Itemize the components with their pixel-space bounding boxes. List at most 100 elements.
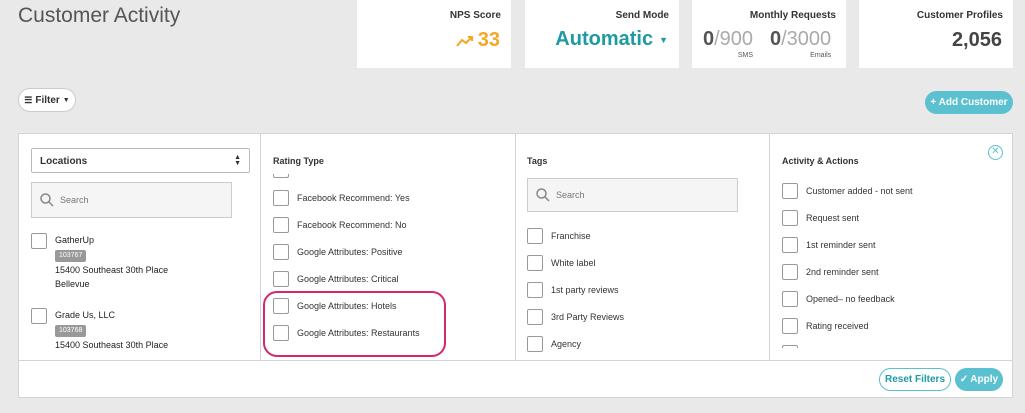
tag-option[interactable]: White label	[527, 255, 596, 271]
search-icon	[536, 188, 550, 202]
tags-column: Tags Franchise White label 1st party rev…	[516, 134, 770, 360]
send-mode-label: Send Mode	[615, 10, 669, 21]
locations-search-input[interactable]	[60, 195, 200, 205]
sliders-icon: ☰	[24, 94, 33, 105]
rating-checkbox[interactable]	[273, 217, 289, 233]
tag-option-label: 1st party reviews	[551, 285, 619, 295]
activity-checkbox[interactable]	[782, 183, 798, 199]
activity-checkbox[interactable]	[782, 210, 798, 226]
rating-option[interactable]: Google Attributes: Hotels	[273, 298, 397, 314]
sms-limit: /900	[714, 28, 754, 50]
tags-search-input[interactable]	[556, 190, 696, 200]
rating-checkbox[interactable]	[273, 298, 289, 314]
send-mode-dropdown[interactable]: Automatic ▼	[555, 28, 668, 51]
tag-option[interactable]: 1st party reviews	[527, 282, 619, 298]
rating-option[interactable]: Google Attributes: Critical	[273, 271, 399, 287]
tag-option[interactable]: Agency	[527, 336, 581, 352]
tag-checkbox[interactable]	[527, 309, 543, 325]
rating-checkbox[interactable]	[273, 244, 289, 260]
activity-option-label: Customer added - not sent	[806, 186, 913, 196]
activity-option-label: 1st reminder sent	[806, 240, 876, 250]
filter-panel: Locations ▲▼ GatherUp 103767 15400 South…	[18, 133, 1013, 398]
tag-checkbox[interactable]	[527, 336, 543, 352]
activity-option-label: 2nd reminder sent	[806, 267, 879, 277]
nps-score-value: 33	[477, 29, 500, 51]
rating-option-label: Facebook Recommend: Yes	[297, 193, 410, 203]
location-id-badge: 103767	[55, 250, 87, 262]
rating-option-label: Google Attributes: Critical	[297, 274, 399, 284]
filter-button[interactable]: ☰ Filter ▼	[18, 88, 76, 112]
nps-score-label: NPS Score	[449, 10, 501, 21]
activity-option[interactable]: Customer added - not sent	[782, 183, 913, 199]
send-mode-card: Send Mode Automatic ▼	[525, 0, 679, 68]
location-id-badge: 103768	[55, 325, 87, 337]
add-customer-button[interactable]: + Add Customer	[925, 91, 1013, 114]
rating-checkbox[interactable]	[273, 325, 289, 341]
activity-option[interactable]: Rating received	[782, 318, 869, 334]
rating-option-label: Facebook Recommend: No	[297, 220, 407, 230]
location-checkbox[interactable]	[31, 233, 47, 249]
rating-option-label: Google Attributes: Positive	[297, 247, 403, 257]
tag-checkbox[interactable]	[527, 282, 543, 298]
send-mode-value: Automatic	[555, 28, 654, 50]
trend-up-icon	[455, 35, 474, 47]
rating-option[interactable]: Facebook Recommend: No	[273, 217, 407, 233]
search-icon	[40, 193, 54, 207]
locations-search[interactable]	[31, 182, 232, 218]
tag-option[interactable]: Franchise	[527, 228, 591, 244]
tag-option[interactable]: 3rd Party Reviews	[527, 309, 624, 325]
emails-sublabel: Emails	[810, 52, 832, 59]
activity-checkbox[interactable]	[782, 264, 798, 280]
rating-checkbox[interactable]	[273, 271, 289, 287]
tag-checkbox[interactable]	[527, 255, 543, 271]
activity-checkbox[interactable]	[782, 291, 798, 307]
apply-label: Apply	[970, 374, 999, 385]
rating-checkbox[interactable]	[273, 190, 289, 206]
activity-checkbox[interactable]	[782, 318, 798, 334]
activity-option-label: Opened– no feedback	[806, 294, 895, 304]
apply-button[interactable]: ✓ Apply	[955, 368, 1003, 391]
sms-used: 0	[703, 28, 715, 50]
activity-option[interactable]: Request sent	[782, 210, 859, 226]
rating-option[interactable]: Google Attributes: Positive	[273, 244, 403, 260]
locations-select[interactable]: Locations ▲ ▼	[31, 148, 250, 173]
reset-filters-button[interactable]: Reset Filters	[879, 368, 951, 391]
sms-requests: 0/900 SMS	[703, 28, 754, 59]
rating-type-column: Rating Type Facebook Recommend: Yes Face…	[261, 134, 516, 360]
activity-column: Activity & Actions ✕ Customer added - no…	[770, 134, 1012, 360]
location-item: GatherUp 103767 15400 Southeast 30th Pla…	[31, 233, 168, 291]
partial-checkbox	[273, 174, 289, 178]
location-checkbox[interactable]	[31, 308, 47, 324]
rating-option[interactable]: Facebook Recommend: Yes	[273, 190, 410, 206]
location-name: GatherUp	[55, 235, 95, 245]
tag-option-label: White label	[551, 258, 596, 268]
activity-option[interactable]: 2nd reminder sent	[782, 264, 879, 280]
customer-profiles-label: Customer Profiles	[916, 10, 1003, 21]
emails-limit: /3000	[781, 28, 832, 50]
tags-search[interactable]	[527, 178, 738, 212]
nps-score-value-group: 33	[455, 29, 500, 52]
rating-option-label: Google Attributes: Hotels	[297, 301, 397, 311]
tags-title: Tags	[527, 156, 548, 166]
activity-title: Activity & Actions	[782, 156, 859, 166]
close-icon[interactable]: ✕	[988, 145, 1003, 160]
location-item: Grade Us, LLC 103768 15400 Southeast 30t…	[31, 308, 168, 352]
rating-option-label: Google Attributes: Restaurants	[297, 328, 420, 338]
activity-option[interactable]: 1st reminder sent	[782, 237, 876, 253]
activity-checkbox[interactable]	[782, 237, 798, 253]
tag-option-label: Franchise	[551, 231, 591, 241]
activity-option[interactable]: Opened– no feedback	[782, 291, 895, 307]
rating-option[interactable]: Google Attributes: Restaurants	[273, 325, 420, 341]
filter-panel-footer: Reset Filters ✓ Apply	[19, 360, 1012, 398]
tag-checkbox[interactable]	[527, 228, 543, 244]
customer-profiles-card: Customer Profiles 2,056	[859, 0, 1013, 68]
emails-used: 0	[770, 28, 782, 50]
activity-option-label: Rating received	[806, 321, 869, 331]
nps-score-card: NPS Score 33	[357, 0, 511, 68]
location-name: Grade Us, LLC	[55, 310, 116, 320]
filter-label: Filter	[35, 94, 60, 106]
monthly-requests-card: Monthly Requests 0/900 SMS 0/3000 Emails	[692, 0, 846, 68]
location-city: Bellevue	[55, 279, 90, 289]
locations-column: Locations ▲▼ GatherUp 103767 15400 South…	[19, 134, 261, 360]
chevron-down-icon: ▼	[62, 96, 70, 104]
